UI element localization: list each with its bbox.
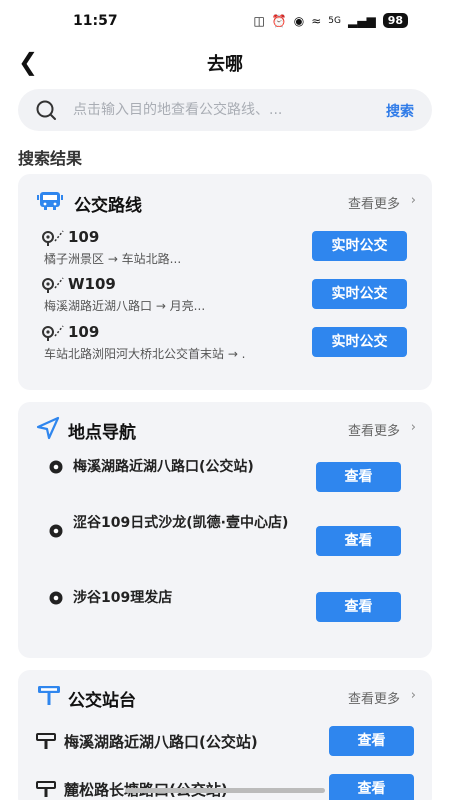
network-label: 5G [328, 15, 341, 26]
route-pin-icon [42, 325, 64, 341]
chevron-right-icon[interactable]: › [411, 193, 416, 208]
bus-stops-title: 公交站台 [68, 691, 136, 711]
bus-stops-more-link[interactable]: 查看更多 [348, 688, 400, 707]
chevron-right-icon[interactable]: › [411, 688, 416, 703]
nfc-icon: ◫ [253, 13, 265, 28]
place-name: 涉谷109理发店 [73, 590, 173, 606]
place-nav-card: 地点导航 查看更多 › 梅溪湖路近湖八路口(公交站) 查看 涩谷109日式沙龙(… [18, 402, 432, 658]
realtime-bus-button[interactable]: 实时公交 [312, 231, 407, 261]
route-desc: 梅溪湖路近湖八路口 → 月亮... [44, 299, 206, 313]
stop-name: 梅溪湖路近湖八路口(公交站) [64, 733, 258, 751]
view-button[interactable]: 查看 [316, 462, 401, 492]
status-icons: ◫ ⏰ ◉ ≈ 5G ▂▄▆ 98 [253, 13, 408, 28]
route-pin-icon [42, 230, 64, 246]
bus-stops-card: 公交站台 查看更多 › 梅溪湖路近湖八路口(公交站) 查看 麓松路长塘路口(公交… [18, 670, 432, 800]
home-indicator[interactable] [125, 788, 325, 793]
search-bar: 搜索 [18, 89, 432, 131]
bus-routes-card: 公交路线 查看更多 › 109 橘子洲景区 → 车站北路... 实时公交 W10… [18, 174, 432, 390]
place-name: 梅溪湖路近湖八路口(公交站) [73, 459, 254, 475]
view-button[interactable]: 查看 [329, 774, 414, 800]
bus-stop-sign-icon [38, 686, 60, 705]
route-pin-icon [42, 277, 64, 293]
bus-stop-sign-icon [36, 781, 56, 797]
navigation-arrow-icon [36, 416, 60, 440]
bus-routes-more-link[interactable]: 查看更多 [348, 193, 400, 212]
route-desc: 车站北路浏阳河大桥北公交首末站 → . [44, 347, 246, 361]
place-name: 涩谷109日式沙龙(凯德·壹中心店) [73, 515, 289, 531]
view-button[interactable]: 查看 [329, 726, 414, 756]
route-desc: 橘子洲景区 → 车站北路... [44, 252, 182, 266]
status-bar: 11:57 ◫ ⏰ ◉ ≈ 5G ▂▄▆ 98 [0, 0, 450, 44]
search-button[interactable]: 搜索 [386, 101, 414, 121]
route-name: 109 [68, 323, 100, 341]
wifi-icon: ≈ [311, 13, 322, 28]
realtime-bus-button[interactable]: 实时公交 [312, 327, 407, 357]
place-nav-more-link[interactable]: 查看更多 [348, 420, 400, 439]
nav-bar: ❮ 去哪 [0, 44, 450, 80]
bus-stop-sign-icon [36, 733, 56, 749]
bus-icon [37, 192, 63, 210]
route-name: W109 [68, 275, 116, 293]
alarm-icon: ⏰ [271, 13, 287, 28]
search-icon [36, 100, 56, 120]
map-pin-icon [49, 591, 63, 605]
signal-icon: ▂▄▆ [348, 13, 376, 28]
page-title: 去哪 [207, 54, 243, 75]
place-nav-title: 地点导航 [68, 423, 136, 443]
location-icon: ◉ [293, 13, 305, 28]
map-pin-icon [49, 460, 63, 474]
map-pin-icon [49, 524, 63, 538]
battery-icon: 98 [382, 13, 408, 28]
route-name: 109 [68, 228, 100, 246]
chevron-right-icon[interactable]: › [411, 420, 416, 435]
results-heading: 搜索结果 [18, 149, 83, 168]
status-time: 11:57 [73, 13, 118, 29]
view-button[interactable]: 查看 [316, 592, 401, 622]
search-input[interactable] [73, 89, 363, 131]
realtime-bus-button[interactable]: 实时公交 [312, 279, 407, 309]
bus-routes-title: 公交路线 [74, 196, 142, 216]
view-button[interactable]: 查看 [316, 526, 401, 556]
